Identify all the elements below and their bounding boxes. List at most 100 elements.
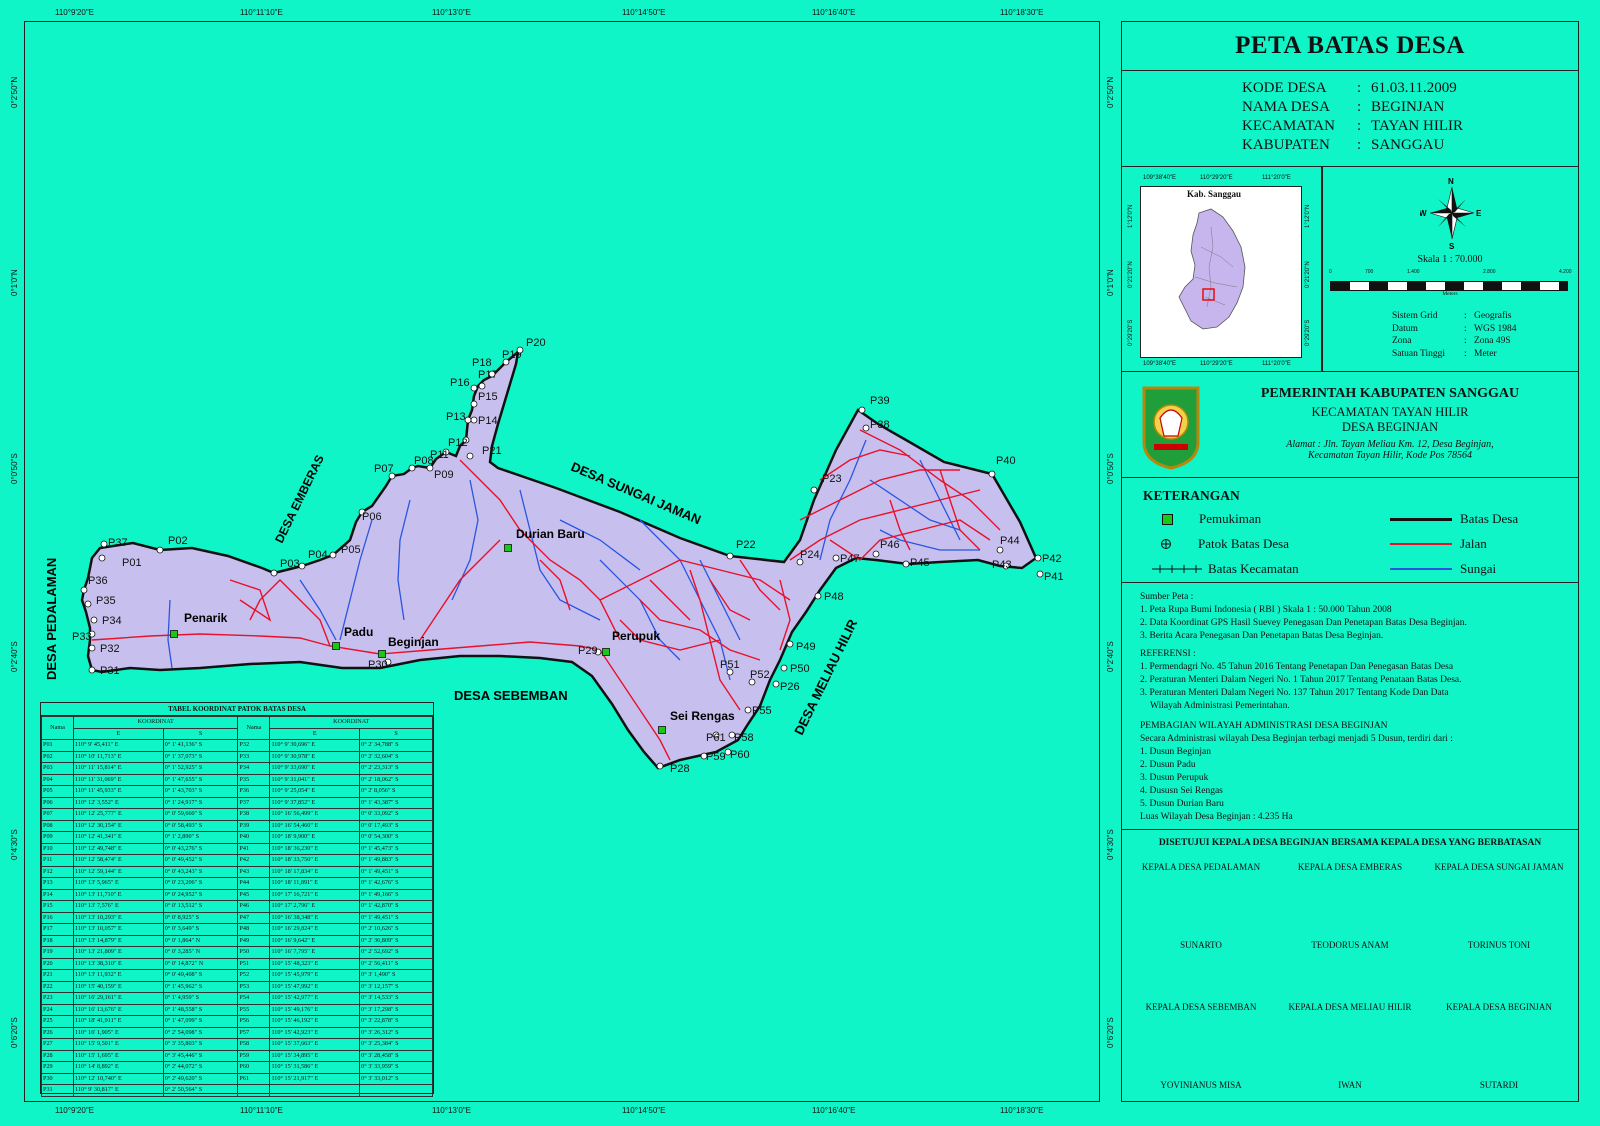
boundary-marker-icon bbox=[88, 644, 96, 652]
boundary-marker-icon bbox=[80, 586, 88, 594]
cell-e: 110° 16' 54,460" E bbox=[269, 819, 361, 832]
compass-n: N bbox=[1448, 177, 1454, 186]
cell-name: P14 bbox=[40, 888, 75, 901]
cell-s: 0° 1' 43,703" S bbox=[162, 785, 239, 798]
cell-e: 110° 17' 16,721" E bbox=[269, 888, 361, 901]
boundary-marker[interactable]: P41 bbox=[1036, 570, 1064, 583]
boundary-marker-label: P35 bbox=[96, 595, 116, 607]
cell-e: 110° 12' 41,341" E bbox=[73, 831, 164, 844]
boundary-marker[interactable]: P29 bbox=[578, 645, 602, 657]
boundary-marker[interactable]: P42 bbox=[1034, 553, 1062, 565]
boundary-marker-label: P30 bbox=[368, 659, 388, 671]
cell-e: 110° 9' 37,852" E bbox=[269, 796, 361, 809]
boundary-marker-label: P26 bbox=[780, 681, 800, 693]
legend-label: Batas Kecamatan bbox=[1208, 561, 1299, 576]
signatory-title: KEPALA DESA MELIAU HILIR bbox=[1288, 1002, 1412, 1012]
cell-name: P47 bbox=[237, 911, 271, 924]
coordinate-table: Nama KOORDINAT Nama KOORDINAT E S E S P0… bbox=[40, 716, 433, 1097]
info-value: 61.03.11.2009 bbox=[1371, 80, 1457, 96]
table-row: P20 110° 13' 38,310" E 0° 0' 14,872" N P51 1… bbox=[40, 957, 433, 970]
cell-s: 0° 2' 32,604" S bbox=[359, 750, 433, 763]
cell-name: P33 bbox=[237, 750, 271, 763]
boundary-marker-label: P52 bbox=[750, 669, 770, 681]
boundary-marker-label: P60 bbox=[730, 749, 750, 761]
boundary-marker[interactable]: P06 bbox=[358, 508, 382, 523]
cell-s: 0° 2' 8,056" S bbox=[359, 785, 433, 798]
cell-name: P61 bbox=[237, 1072, 271, 1085]
cell-s: 0° 3' 14,533" S bbox=[359, 992, 433, 1005]
boundary-marker[interactable]: P50 bbox=[780, 663, 810, 675]
cell-name: P54 bbox=[237, 992, 271, 1005]
boundary-marker[interactable]: P12 bbox=[448, 436, 470, 449]
approval-title: DISETUJUI KEPALA DESA BEGINJAN BERSAMA K… bbox=[1158, 838, 1542, 848]
cell-e: 110° 15' 46,192" E bbox=[269, 1015, 361, 1028]
boundary-marker[interactable]: P11 bbox=[430, 448, 450, 461]
cell-s: 0° 0' 54,300" S bbox=[359, 831, 433, 844]
settlement-marker[interactable] bbox=[332, 642, 340, 650]
boundary-marker[interactable]: P13 bbox=[446, 411, 472, 424]
boundary-marker[interactable]: P05 bbox=[329, 544, 361, 559]
cell-s: 0° 0' 49,452" S bbox=[162, 854, 239, 867]
cell-e: 110° 15' 21,917" E bbox=[269, 1072, 361, 1085]
boundary-marker-label: P24 bbox=[800, 549, 820, 561]
boundary-marker[interactable]: P16 bbox=[450, 377, 478, 392]
cell-e bbox=[269, 1084, 361, 1097]
table-row: P08 110° 12' 30,154" E 0° 0' 58,493" S P39 1… bbox=[40, 819, 433, 832]
boundary-marker-label: P39 bbox=[870, 395, 890, 407]
legend-label: Patok Batas Desa bbox=[1198, 536, 1289, 551]
table-row: P22 110° 15' 40,159" E 0° 1' 45,962" S P53 1… bbox=[40, 980, 433, 993]
boundary-marker[interactable]: P60 bbox=[724, 748, 750, 761]
village-boundary-line-icon bbox=[1390, 517, 1452, 521]
table-row: P30 110° 12' 10,740" E 0° 2' 49,620" S P61 1… bbox=[40, 1072, 433, 1085]
boundary-marker[interactable]: P43 bbox=[992, 559, 1012, 571]
info-key: KABUPATEN bbox=[1242, 137, 1330, 153]
boundary-marker[interactable]: P49 bbox=[786, 640, 816, 653]
cell-e: 110° 13' 21,809" E bbox=[73, 946, 164, 959]
boundary-marker[interactable]: P20 bbox=[516, 337, 546, 354]
cell-name: P40 bbox=[237, 831, 271, 844]
cell-e: 110° 15' 31,586" E bbox=[269, 1061, 361, 1074]
cell-name: P13 bbox=[40, 877, 75, 890]
settlement-marker[interactable] bbox=[658, 726, 666, 734]
cell-s: 0° 2' 50,564" S bbox=[162, 1084, 239, 1097]
boundary-marker[interactable]: P40 bbox=[988, 455, 1016, 478]
cell-s: 0° 1' 49,166" S bbox=[359, 888, 433, 901]
region-label-meliau-hilir: DESA MELIAU HILIR bbox=[791, 616, 860, 737]
gov-line3: DESA BEGINJAN bbox=[1341, 420, 1439, 434]
settlement-marker[interactable] bbox=[602, 648, 610, 656]
boundary-marker[interactable]: P30 bbox=[368, 658, 392, 671]
boundary-marker-icon bbox=[780, 664, 788, 672]
boundary-marker[interactable]: P33 bbox=[72, 630, 96, 643]
settlement-marker[interactable] bbox=[170, 630, 178, 638]
grid-value: WGS 1984 bbox=[1474, 323, 1517, 334]
boundary-marker-label: P02 bbox=[168, 535, 188, 547]
boundary-marker[interactable]: P37 bbox=[100, 537, 128, 549]
col-koordinat: KOORDINAT bbox=[269, 716, 433, 729]
boundary-marker-icon bbox=[872, 550, 880, 558]
settlement-marker[interactable] bbox=[378, 650, 386, 658]
boundary-marker[interactable]: P61 bbox=[706, 731, 726, 744]
info-value: BEGINJAN bbox=[1371, 99, 1445, 115]
region-label-sebemban: DESA SEBEMBAN bbox=[454, 688, 568, 703]
table-row: P03 110° 11' 15,814" E 0° 1' 52,925" S P34 1… bbox=[40, 762, 433, 775]
boundary-marker[interactable]: P59 bbox=[700, 751, 726, 763]
lat-tick-right: 0°4'30"S bbox=[1106, 829, 1115, 860]
settlement-marker[interactable] bbox=[504, 544, 512, 552]
boundary-marker-icon bbox=[84, 600, 92, 608]
boundary-marker[interactable]: P39 bbox=[858, 395, 890, 414]
boundary-marker-icon bbox=[156, 546, 164, 554]
cell-name: P34 bbox=[237, 762, 271, 775]
cell-s: 0° 1' 45,962" S bbox=[162, 980, 239, 993]
col-nama: Nama bbox=[40, 716, 75, 740]
boundary-marker-icon bbox=[100, 540, 108, 548]
boundary-marker[interactable]: P26 bbox=[772, 680, 800, 693]
info-value: TAYAN HILIR bbox=[1371, 118, 1463, 134]
boundary-marker[interactable]: P07 bbox=[374, 463, 396, 480]
grid-info: Sistem Grid: Geografis Datum: WGS 1984 Zon… bbox=[1392, 311, 1517, 359]
cell-s: 0° 0' 17,493" S bbox=[359, 819, 433, 832]
boundary-marker-label: P16 bbox=[450, 377, 470, 389]
signatory-title: KEPALA DESA EMBERAS bbox=[1297, 862, 1403, 872]
cell-s: 0° 2' 56,411" S bbox=[359, 957, 433, 970]
boundary-marker[interactable]: P28 bbox=[656, 762, 690, 775]
cell-e: 110° 18' 41,911" E bbox=[73, 1015, 164, 1028]
